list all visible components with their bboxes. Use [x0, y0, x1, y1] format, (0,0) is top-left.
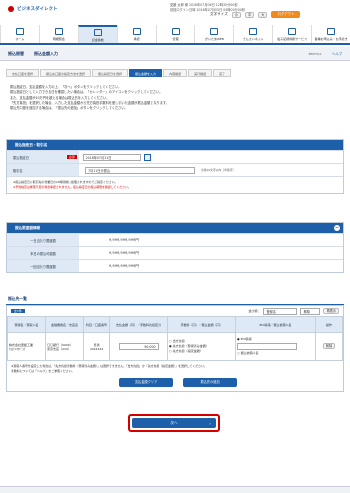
col-payee: 登録名／受取人名 — [7, 316, 46, 333]
delete-button[interactable]: 削除 — [322, 343, 336, 349]
calendar-icon[interactable] — [143, 153, 151, 161]
bank-logo-icon — [8, 6, 14, 12]
nav-transfer[interactable]: 資金移動 — [77, 25, 117, 43]
step-7: 完了 — [213, 69, 232, 77]
next-button-highlight: 次へ › — [128, 414, 220, 432]
step-1: 支払口座を選択 — [6, 69, 40, 77]
transfer-date-input[interactable]: 2016年07月11日 — [82, 153, 141, 161]
limit-label-once: 一回当たり限度額 — [7, 260, 79, 272]
resort-button[interactable]: 再表示 — [323, 308, 339, 314]
step-2: 振込先口座の指定方法を選択 — [40, 69, 92, 77]
nav-approval[interactable]: 承認 — [116, 25, 156, 43]
page-title-bar: 振込振替 振込金額入力 BFKF011 ヘルプ — [0, 47, 350, 61]
font-small-button[interactable]: 小 — [231, 11, 242, 18]
nav-applications[interactable]: 各種お申込み・お手続き — [311, 25, 350, 43]
progress-steps: 支払口座を選択 振込先口座の指定方法を選択 振込指定日を選択 振込金額を入力 内… — [6, 69, 232, 77]
col-fee: 手数料（円）／振込金額（円） — [167, 316, 236, 333]
payee-table: 登録名／受取人名 金融機関名／支店名 科目／口座番号 支払金額（円）／手数料負担… — [7, 316, 343, 361]
account-number: 4444444 — [89, 346, 104, 351]
fee-option-specified[interactable]: ○ 先方負担（指定金額） — [169, 349, 234, 354]
breadcrumb-section: 振込振替 — [8, 50, 24, 56]
nav-statements[interactable]: 明細照会 — [38, 25, 78, 43]
limit-value-once: 9,999,999,999円 — [109, 263, 139, 268]
limit-value-daily: 9,999,999,999円 — [109, 237, 139, 242]
home-icon — [15, 27, 24, 35]
payee-table-wrap: 全1件 並び順： 登録名 昇順 再表示 登録名／受取人名 金融機関名／支店名 科… — [6, 305, 344, 392]
col-account: 科目／口座番号 — [83, 316, 110, 333]
brand-name: ビジネスダイレクト — [17, 7, 58, 12]
global-nav: ホーム 明細照会 資金移動 承認 管理 がいためWEB でんさいネット 電子記録… — [0, 25, 350, 45]
col-bank: 金融機関名／支店名 — [45, 316, 84, 333]
page-title: 振込金額入力 — [34, 50, 58, 56]
step-3: 振込指定日を選択 — [92, 69, 129, 77]
name-note: 全角10文字以内［半角可］ — [201, 168, 236, 172]
transaction-name-input[interactable]: 7月11日分振込 — [85, 166, 195, 174]
receivable-icon — [288, 27, 297, 35]
collapse-icon[interactable]: − — [334, 225, 340, 231]
payee-row: 株式会社愛媛工業 ｶ)ｴﾋﾒｺｳｷﾞｮｳ 〇〇銀行（9999） 東京支店（444） … — [7, 332, 343, 361]
network-icon — [249, 27, 258, 35]
step-6: 実行確認 — [188, 69, 213, 77]
clear-amount-button[interactable]: 支払金額クリア — [119, 378, 173, 387]
limit-section-heading: 振込限度額情報 − — [7, 223, 343, 233]
stamp-icon — [132, 27, 141, 35]
brand-logo: ビジネスダイレクト — [8, 6, 58, 12]
instructions: 振込指定日、支払金額を入力の上、「次へ」ボタンをクリックしてください。 振込指定… — [10, 85, 169, 111]
date-section: 振込指定日・取引名 振込指定日 必須 2016年07月11日 取引名 7月11日… — [6, 139, 344, 194]
logout-button[interactable]: ログアウト — [271, 11, 301, 18]
limit-label-daily: 一日当たり限度額 — [7, 234, 79, 246]
required-badge: 必須 — [67, 155, 77, 159]
name-label: 取引名 — [7, 164, 79, 176]
nav-densai[interactable]: でんさいネット — [233, 25, 272, 43]
payee-kana: ｶ)ｴﾋﾒｺｳｷﾞｮｳ — [9, 346, 26, 351]
font-size-label: 文字サイズ — [210, 12, 228, 16]
payee-branch: 東京支店（444） — [47, 346, 71, 351]
add-payee-button[interactable]: 振込先の追加 — [183, 378, 237, 387]
amount-input[interactable]: 90,000 — [118, 343, 159, 350]
date-note-2: ※予約指定は権限不足の場合承認されません。振込指定日の振込期限を確認してください… — [13, 185, 131, 189]
next-button[interactable]: 次へ › — [132, 418, 216, 428]
limit-value-today: 9,999,999,999円 — [109, 250, 139, 255]
sort-select[interactable]: 登録名 — [263, 307, 298, 315]
col-action: 操作 — [315, 316, 343, 333]
document-icon — [54, 27, 63, 35]
nav-erc[interactable]: 電子記録債権サービス — [272, 25, 311, 43]
limit-label-today: 本日の振込可能額 — [7, 247, 79, 259]
nav-forex[interactable]: がいためWEB — [194, 25, 233, 43]
step-5: 内容確認 — [163, 69, 188, 77]
yen-icon — [93, 28, 102, 36]
font-medium-button[interactable]: 中 — [245, 11, 255, 18]
payee-count: 全1件 — [11, 309, 25, 313]
date-section-heading: 振込指定日・取引名 — [7, 140, 343, 150]
step-4-current: 振込金額を入力 — [129, 69, 163, 77]
payee-note-2: 手数料については「ヘルプ」をご参照ください。 — [11, 369, 75, 373]
screen-code: BFKF011 — [308, 51, 322, 56]
nav-home[interactable]: ホーム — [0, 25, 39, 43]
edi-option[interactable]: ● EDI情報 — [237, 337, 314, 342]
help-link[interactable]: ヘルプ — [332, 51, 342, 56]
order-select[interactable]: 昇順 — [300, 307, 321, 315]
sort-label: 並び順： — [248, 309, 261, 313]
requester-option[interactable]: ○ 振込依頼人名 — [237, 351, 314, 356]
limit-section: 振込限度額情報 − 一日当たり限度額 9,999,999,999円 本日の振込可能… — [6, 222, 344, 273]
footer-bar — [0, 486, 350, 493]
nav-admin[interactable]: 管理 — [155, 25, 195, 43]
font-large-button[interactable]: 大 — [258, 11, 268, 18]
col-edi: EDI情報／振込依頼人名 — [235, 316, 316, 333]
payee-section-heading: 振込先一覧 — [6, 294, 344, 305]
chevron-right-icon: › — [209, 420, 211, 426]
edi-input[interactable] — [237, 343, 297, 350]
gear-icon — [171, 27, 180, 35]
form-icon — [327, 27, 336, 35]
col-amount: 支払金額（円）／手数料負担区分 — [109, 316, 168, 333]
globe-icon — [210, 27, 219, 35]
